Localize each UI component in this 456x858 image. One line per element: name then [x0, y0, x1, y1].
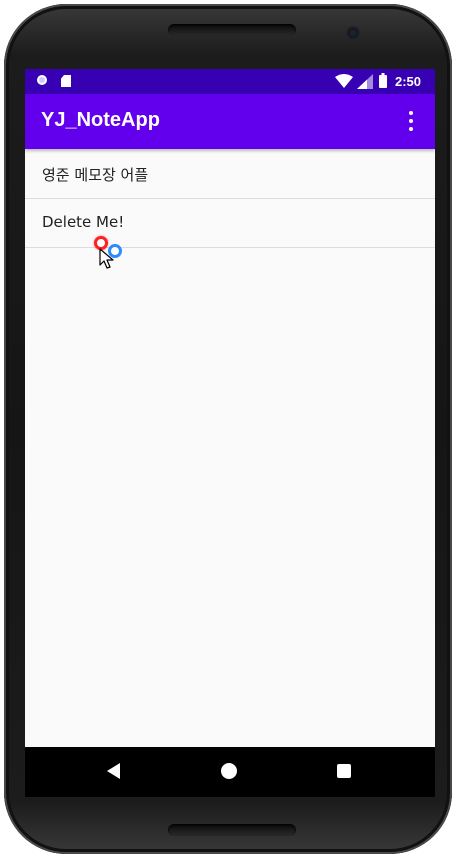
- list-item[interactable]: Delete Me!: [25, 199, 435, 248]
- recents-square-icon[interactable]: [337, 764, 351, 778]
- notification-circle-icon: [37, 75, 47, 85]
- navigation-bar: [25, 747, 435, 797]
- more-vert-icon[interactable]: [401, 108, 421, 134]
- status-time: 2:50: [395, 74, 422, 89]
- front-camera: [348, 28, 358, 38]
- sd-card-icon: [61, 75, 71, 87]
- bottom-speaker: [168, 824, 296, 836]
- home-circle-icon[interactable]: [221, 763, 237, 779]
- list-item[interactable]: 영준 메모장 어플: [25, 150, 435, 199]
- note-list: 영준 메모장 어플 Delete Me!: [25, 150, 435, 248]
- note-title: 영준 메모장 어플: [42, 166, 149, 184]
- device-screen: 2:50 YJ_NoteApp 영준 메모장 어플 Delete Me!: [25, 69, 435, 747]
- status-bar: 2:50: [25, 69, 435, 94]
- app-bar: YJ_NoteApp: [25, 94, 435, 149]
- top-speaker: [168, 24, 296, 36]
- signal-icon: [357, 74, 373, 89]
- app-title: YJ_NoteApp: [41, 109, 160, 131]
- wifi-icon: [335, 74, 353, 88]
- note-title: Delete Me!: [42, 213, 125, 231]
- back-triangle-icon[interactable]: [107, 763, 120, 779]
- mouse-cursor-icon: [99, 248, 114, 269]
- battery-icon: [379, 73, 387, 88]
